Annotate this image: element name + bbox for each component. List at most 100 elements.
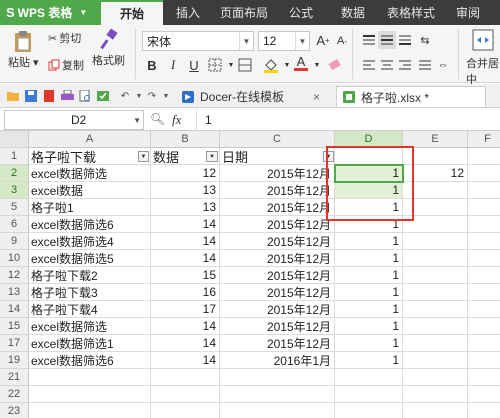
spell-check-icon[interactable]: [96, 89, 110, 103]
row-header[interactable]: 9: [0, 233, 29, 250]
cell-c[interactable]: 2015年12月: [220, 301, 335, 318]
doc-tab-docer[interactable]: Docer-在线模板 ×: [176, 86, 324, 107]
cell-b[interactable]: 13: [151, 199, 220, 216]
cell-b[interactable]: 14: [151, 335, 220, 352]
cell-a[interactable]: excel数据筛选: [29, 165, 151, 182]
cell-d[interactable]: [335, 369, 403, 386]
tab-table-style[interactable]: 表格样式: [379, 0, 443, 25]
cell-c[interactable]: 2015年12月: [220, 250, 335, 267]
cell-f[interactable]: [468, 284, 500, 301]
cell-c[interactable]: 2015年12月: [220, 216, 335, 233]
cell-a[interactable]: [29, 403, 151, 418]
tab-home[interactable]: 开始: [101, 0, 163, 25]
save-icon[interactable]: [24, 89, 38, 103]
header-cell-e[interactable]: [403, 148, 468, 165]
cell-a[interactable]: excel数据筛选6: [29, 352, 151, 369]
cell-f[interactable]: [468, 199, 500, 216]
cell-c[interactable]: 2015年12月: [220, 233, 335, 250]
cell-e[interactable]: [403, 199, 468, 216]
cell-e[interactable]: [403, 386, 468, 403]
cell-b[interactable]: [151, 386, 220, 403]
row-header[interactable]: 3: [0, 182, 29, 199]
bold-button[interactable]: B: [143, 56, 161, 74]
cell-c[interactable]: 2015年12月: [220, 284, 335, 301]
cell-f[interactable]: [468, 318, 500, 335]
cell-d[interactable]: 1: [335, 284, 403, 301]
row-header[interactable]: 6: [0, 216, 29, 233]
cell-e[interactable]: [403, 301, 468, 318]
cell-c[interactable]: 2015年12月: [220, 199, 335, 216]
filter-active-icon[interactable]: ▼: [206, 151, 218, 162]
align-top-icon[interactable]: [360, 31, 378, 49]
row-header[interactable]: 22: [0, 386, 29, 403]
tab-formulas[interactable]: 公式: [275, 0, 327, 25]
cell-a[interactable]: 格子啦下载4: [29, 301, 151, 318]
cell-e[interactable]: [403, 403, 468, 418]
export-pdf-icon[interactable]: [42, 89, 56, 103]
column-header-f[interactable]: F: [468, 131, 500, 148]
name-box[interactable]: D2 ▼: [4, 110, 144, 130]
print-icon[interactable]: [60, 89, 74, 103]
cell-f[interactable]: [468, 352, 500, 369]
row-header[interactable]: 17: [0, 335, 29, 352]
cell-e[interactable]: [403, 216, 468, 233]
cell-c[interactable]: 2015年12月: [220, 335, 335, 352]
align-left-icon[interactable]: [360, 56, 378, 74]
header-cell-d[interactable]: [335, 148, 403, 165]
cell-d[interactable]: 1: [335, 216, 403, 233]
cell-a[interactable]: excel数据: [29, 182, 151, 199]
row-header[interactable]: 2: [0, 165, 29, 182]
column-header-a[interactable]: A: [29, 131, 151, 148]
formula-input[interactable]: 1: [196, 109, 496, 130]
row-header[interactable]: 12: [0, 267, 29, 284]
cell-f[interactable]: [468, 369, 500, 386]
cell-e[interactable]: [403, 233, 468, 250]
cell-c[interactable]: [220, 369, 335, 386]
cell-f[interactable]: [468, 403, 500, 418]
cell-d[interactable]: 1: [335, 182, 403, 199]
fx-label[interactable]: fx: [172, 112, 181, 128]
cell-e[interactable]: [403, 335, 468, 352]
cell-b[interactable]: 14: [151, 250, 220, 267]
row-header[interactable]: 21: [0, 369, 29, 386]
cell-d[interactable]: 1: [335, 267, 403, 284]
cell-b[interactable]: 13: [151, 182, 220, 199]
cell-d[interactable]: 1: [335, 318, 403, 335]
distribute-icon[interactable]: ⇔: [434, 56, 452, 74]
paste-button[interactable]: 粘贴 ▾: [8, 29, 39, 70]
zoom-icon[interactable]: 🔍︎: [150, 112, 165, 126]
cell-a[interactable]: 格子啦下载3: [29, 284, 151, 301]
cell-f[interactable]: [468, 216, 500, 233]
cell-d[interactable]: 1: [335, 301, 403, 318]
cell-e[interactable]: [403, 352, 468, 369]
redo-icon[interactable]: ↷: [145, 89, 159, 103]
column-header-e[interactable]: E: [403, 131, 468, 148]
chevron-down-icon[interactable]: ▼: [159, 89, 173, 103]
cell-e[interactable]: [403, 182, 468, 199]
app-menu-button[interactable]: S WPS 表格 ▼: [0, 0, 101, 25]
header-cell-f[interactable]: [468, 148, 500, 165]
row-header[interactable]: 10: [0, 250, 29, 267]
cell-a[interactable]: excel数据筛选: [29, 318, 151, 335]
cell-b[interactable]: 14: [151, 216, 220, 233]
column-header-c[interactable]: C: [220, 131, 335, 148]
align-center-icon[interactable]: [378, 56, 396, 74]
cell-a[interactable]: 格子啦1: [29, 199, 151, 216]
print-preview-icon[interactable]: [78, 89, 92, 103]
justify-icon[interactable]: [416, 56, 434, 74]
cell-d[interactable]: 1: [335, 250, 403, 267]
cell-f[interactable]: [468, 182, 500, 199]
row-header[interactable]: 19: [0, 352, 29, 369]
undo-icon[interactable]: ↶: [118, 89, 132, 103]
cell-e[interactable]: 12: [403, 165, 468, 182]
copy-button[interactable]: 复制: [48, 57, 84, 73]
tab-page-layout[interactable]: 页面布局: [213, 0, 275, 25]
doc-tab-workbook[interactable]: 格子啦.xlsx *: [336, 86, 486, 107]
align-right-icon[interactable]: [396, 56, 414, 74]
cell-f[interactable]: [468, 335, 500, 352]
cell-e[interactable]: [403, 284, 468, 301]
merge-center-button[interactable]: 合并居中: [466, 29, 500, 87]
column-header-b[interactable]: B: [151, 131, 220, 148]
cell-c[interactable]: [220, 386, 335, 403]
tab-review[interactable]: 审阅: [443, 0, 493, 25]
